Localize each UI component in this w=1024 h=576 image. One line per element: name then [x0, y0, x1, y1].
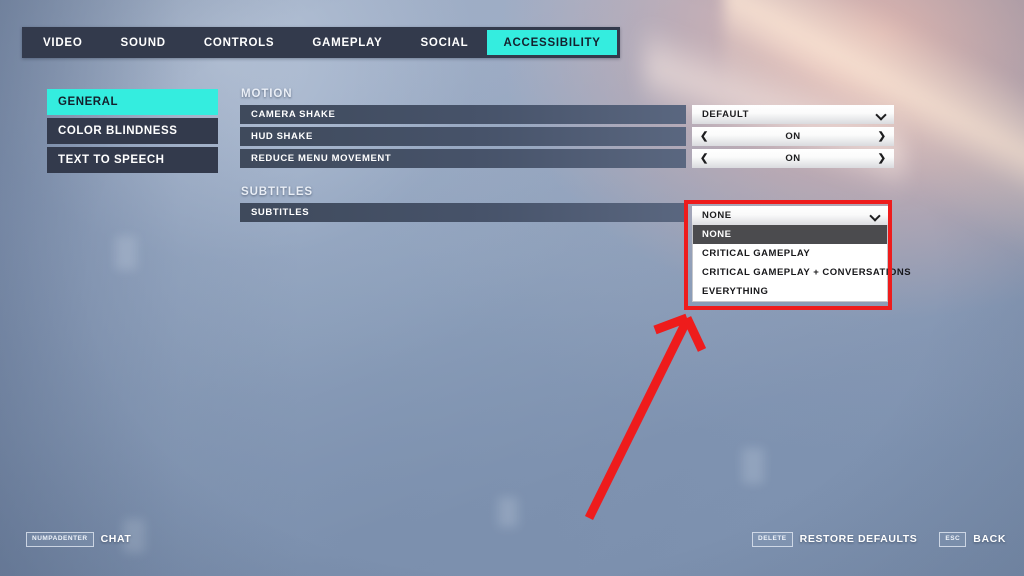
tab-gameplay[interactable]: GAMEPLAY [293, 27, 401, 58]
hint-label: BACK [973, 533, 1006, 546]
subtitles-dropdown-button[interactable]: NONE [692, 206, 888, 225]
dropdown-option-label: CRITICAL GAMEPLAY + CONVERSATIONS [702, 267, 912, 278]
tab-video[interactable]: VIDEO [22, 27, 102, 58]
game-settings-screen: VIDEO SOUND CONTROLS GAMEPLAY SOCIAL ACC… [0, 0, 1024, 576]
dropdown-option-everything[interactable]: EVERYTHING [693, 282, 887, 301]
setting-control: DEFAULT [692, 105, 894, 124]
settings-tab-bar: VIDEO SOUND CONTROLS GAMEPLAY SOCIAL ACC… [22, 27, 620, 58]
setting-row-hud-shake: HUD SHAKE ❮ ON ❯ [240, 127, 894, 146]
tab-label: GAMEPLAY [312, 36, 383, 49]
chevron-left-icon[interactable]: ❮ [700, 131, 708, 142]
bottom-hint-bar: NUMPADENTER CHAT DELETE RESTORE DEFAULTS… [0, 532, 1024, 554]
select-value: DEFAULT [702, 109, 749, 120]
reduce-menu-movement-stepper[interactable]: ❮ ON ❯ [692, 149, 894, 168]
hint-label: CHAT [100, 533, 132, 546]
tab-label: CONTROLS [203, 36, 275, 49]
setting-control: ❮ ON ❯ [692, 149, 894, 168]
setting-row-camera-shake: CAMERA SHAKE DEFAULT [240, 105, 894, 124]
tab-label: SOUND [120, 36, 166, 49]
keycap-numpadenter[interactable]: NUMPADENTER [26, 532, 94, 547]
chevron-left-icon[interactable]: ❮ [700, 153, 708, 164]
tab-label: VIDEO [43, 36, 83, 49]
sidebar-item-general[interactable]: GENERAL [47, 89, 218, 115]
sidebar-item-color-blindness[interactable]: COLOR BLINDNESS [47, 118, 218, 144]
setting-control: ❮ ON ❯ [692, 127, 894, 146]
settings-panel: MOTION CAMERA SHAKE DEFAULT HUD SHAKE ❮ … [240, 88, 894, 225]
tab-social[interactable]: SOCIAL [401, 27, 487, 58]
stepper-value: ON [785, 153, 801, 164]
hint-restore-defaults[interactable]: DELETE RESTORE DEFAULTS [752, 532, 917, 547]
chevron-down-icon [870, 211, 880, 221]
hud-shake-stepper[interactable]: ❮ ON ❯ [692, 127, 894, 146]
keycap-delete[interactable]: DELETE [752, 532, 793, 547]
hint-group-left: NUMPADENTER CHAT [26, 532, 131, 547]
section-motion: MOTION CAMERA SHAKE DEFAULT HUD SHAKE ❮ … [240, 88, 894, 168]
setting-label: REDUCE MENU MOVEMENT [240, 149, 686, 168]
sidebar-item-label: TEXT TO SPEECH [58, 154, 165, 166]
accessibility-sidebar: GENERAL COLOR BLINDNESS TEXT TO SPEECH [47, 89, 218, 176]
subtitles-dropdown-list: NONE CRITICAL GAMEPLAY CRITICAL GAMEPLAY… [692, 225, 911, 302]
hint-chat[interactable]: NUMPADENTER CHAT [26, 532, 131, 547]
hint-group-right: DELETE RESTORE DEFAULTS ESC BACK [752, 532, 1006, 547]
dropdown-option-label: CRITICAL GAMEPLAY [702, 248, 811, 259]
stepper-value: ON [785, 131, 801, 142]
tab-controls[interactable]: CONTROLS [185, 27, 294, 58]
keycap-esc[interactable]: ESC [939, 532, 967, 547]
setting-label: SUBTITLES [240, 203, 686, 222]
dropdown-option-label: EVERYTHING [702, 286, 769, 297]
tab-label: ACCESSIBILITY [503, 36, 601, 49]
dropdown-option-none[interactable]: NONE [693, 225, 887, 244]
dropdown-option-label: NONE [702, 229, 732, 240]
section-title: MOTION [241, 88, 293, 100]
section-title: SUBTITLES [241, 186, 313, 198]
setting-row-reduce-menu-movement: REDUCE MENU MOVEMENT ❮ ON ❯ [240, 149, 894, 168]
dropdown-selected-value: NONE [702, 210, 732, 221]
chevron-right-icon[interactable]: ❯ [878, 153, 886, 164]
dropdown-option-critical-gameplay[interactable]: CRITICAL GAMEPLAY [693, 244, 887, 263]
sidebar-item-text-to-speech[interactable]: TEXT TO SPEECH [47, 147, 218, 173]
camera-shake-select[interactable]: DEFAULT [692, 105, 894, 124]
dropdown-option-critical-gameplay-conversations[interactable]: CRITICAL GAMEPLAY + CONVERSATIONS [693, 263, 911, 282]
chevron-down-icon [876, 110, 886, 120]
setting-label: CAMERA SHAKE [240, 105, 686, 124]
subtitles-dropdown: NONE NONE CRITICAL GAMEPLAY CRITICAL GAM… [684, 200, 911, 310]
tab-sound[interactable]: SOUND [102, 27, 185, 58]
hint-label: RESTORE DEFAULTS [799, 533, 918, 546]
sidebar-item-label: COLOR BLINDNESS [58, 125, 178, 137]
tab-label: SOCIAL [420, 36, 469, 49]
setting-label: HUD SHAKE [240, 127, 686, 146]
chevron-right-icon[interactable]: ❯ [878, 131, 886, 142]
sidebar-item-label: GENERAL [58, 96, 119, 108]
hint-back[interactable]: ESC BACK [939, 532, 1006, 547]
tab-accessibility[interactable]: ACCESSIBILITY [487, 30, 617, 55]
